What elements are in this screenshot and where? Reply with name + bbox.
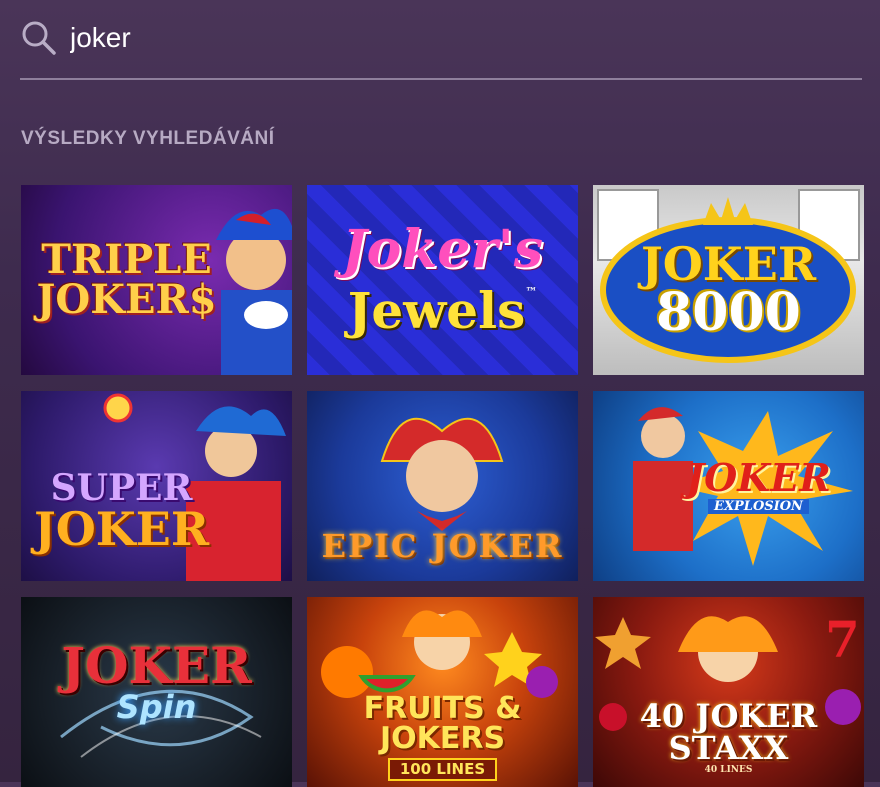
search-results-heading: VÝSLEDKY VYHLEDÁVÁNÍ bbox=[21, 128, 275, 149]
game-title-line1: Joker's bbox=[342, 219, 543, 280]
game-title-line1: JOKER bbox=[61, 636, 252, 695]
search-divider bbox=[20, 78, 862, 80]
search-icon[interactable] bbox=[20, 18, 60, 58]
game-title-line1: TRIPLE bbox=[41, 236, 212, 283]
search-bar bbox=[20, 14, 862, 62]
game-title-line2: 100 LINES bbox=[387, 757, 498, 781]
search-input[interactable] bbox=[60, 18, 770, 58]
game-title-line2: Jewels™ bbox=[347, 281, 538, 340]
game-tile-joker-explosion[interactable]: JOKER EXPLOSION bbox=[593, 391, 864, 581]
svg-text:7: 7 bbox=[825, 610, 860, 669]
game-title-line2: 8000 bbox=[656, 282, 801, 343]
game-tile-fruits-and-jokers[interactable]: FRUITS & JOKERS 100 LINES bbox=[307, 597, 578, 787]
game-title-line1: JOKER bbox=[686, 454, 831, 500]
game-title-line2: EXPLOSION bbox=[708, 498, 809, 514]
game-title-line1: JOKER bbox=[640, 237, 817, 291]
game-tile-jokers-jewels[interactable]: Joker's Jewels™ bbox=[307, 185, 578, 375]
game-title-line2: JOKER bbox=[33, 502, 210, 556]
game-title-line3: 40 LINES bbox=[704, 764, 753, 775]
game-title-line1: FRUITS & JOKERS bbox=[363, 690, 522, 756]
game-tile-epic-joker[interactable]: EPIC JOKER bbox=[307, 391, 578, 581]
results-grid: TRIPLE JOKER$ Joker's Jewels™ JOKER 8000 bbox=[21, 185, 864, 787]
game-tile-40-joker-staxx[interactable]: 7 40 JOKER STAXX 40 LINES bbox=[593, 597, 864, 787]
game-tile-joker-8000[interactable]: JOKER 8000 bbox=[593, 185, 864, 375]
game-title-line1: EPIC JOKER bbox=[321, 527, 564, 565]
game-tile-joker-spin[interactable]: JOKER Spin bbox=[21, 597, 292, 787]
game-title-line2: JOKER$ bbox=[36, 276, 217, 323]
game-title-line1: 40 JOKER bbox=[639, 696, 818, 735]
game-title-line2: STAXX bbox=[668, 728, 789, 767]
game-title-line2: Spin bbox=[116, 688, 197, 726]
game-tile-super-joker[interactable]: SUPER JOKER bbox=[21, 391, 292, 581]
game-tile-triple-jokers[interactable]: TRIPLE JOKER$ bbox=[21, 185, 292, 375]
game-title-line1: SUPER bbox=[50, 467, 193, 509]
